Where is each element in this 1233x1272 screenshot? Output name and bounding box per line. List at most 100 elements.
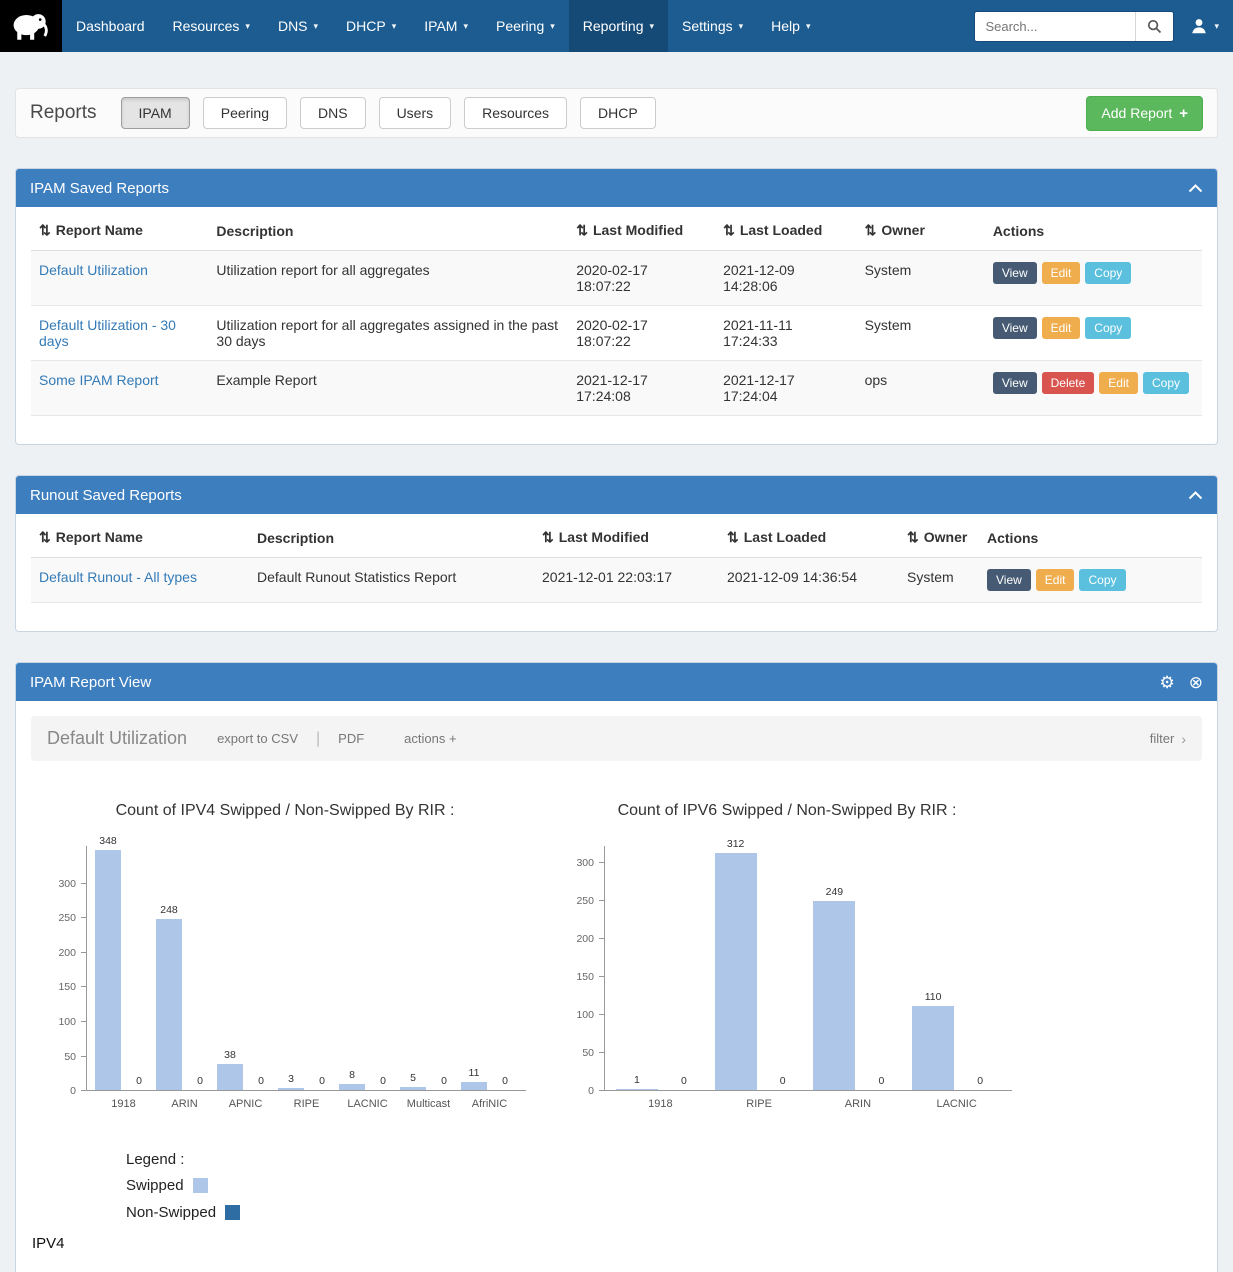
actions-menu-button[interactable]: actions + bbox=[404, 731, 456, 746]
export-csv-link[interactable]: export to CSV bbox=[217, 731, 298, 746]
view-button[interactable]: View bbox=[993, 372, 1037, 394]
navbar-right: ▾ bbox=[974, 0, 1233, 52]
nav-item-label: Resources bbox=[173, 18, 240, 34]
column-header-report-name[interactable]: ⇅Report Name bbox=[31, 518, 249, 558]
owner-cell: ops bbox=[857, 361, 985, 416]
report-name-link[interactable]: Default Runout - All types bbox=[39, 569, 197, 585]
column-header-last-modified[interactable]: ⇅Last Modified bbox=[534, 518, 719, 558]
copy-button[interactable]: Copy bbox=[1143, 372, 1189, 394]
category-label: 1918 bbox=[648, 1098, 672, 1110]
filter-toggle[interactable]: filter › bbox=[1150, 731, 1186, 747]
collapse-chevron-up-icon[interactable] bbox=[1188, 491, 1203, 500]
owner-cell: System bbox=[899, 558, 979, 603]
nav-item-dashboard[interactable]: Dashboard bbox=[62, 0, 159, 52]
tab-users[interactable]: Users bbox=[379, 97, 452, 129]
bar-group: 34801918 bbox=[95, 846, 152, 1090]
column-header-report-name[interactable]: ⇅Report Name bbox=[31, 211, 208, 251]
bar-swipped bbox=[813, 901, 855, 1090]
tab-peering[interactable]: Peering bbox=[203, 97, 287, 129]
nav-item-dns[interactable]: DNS▾ bbox=[264, 0, 332, 52]
copy-button[interactable]: Copy bbox=[1079, 569, 1125, 591]
category-label: 1918 bbox=[111, 1098, 135, 1110]
bar-swipped bbox=[156, 919, 182, 1090]
tab-dhcp[interactable]: DHCP bbox=[580, 97, 656, 129]
ipam-report-view-panel: IPAM Report View ⚙ ⊗ Default Utilization… bbox=[15, 662, 1218, 1272]
collapse-chevron-up-icon[interactable] bbox=[1188, 184, 1203, 193]
edit-button[interactable]: Edit bbox=[1036, 569, 1075, 591]
column-label: Description bbox=[257, 530, 334, 546]
column-header-last-loaded[interactable]: ⇅Last Loaded bbox=[715, 211, 857, 251]
bar-value-label: 0 bbox=[878, 1075, 884, 1087]
nav-item-label: DNS bbox=[278, 18, 308, 34]
app-logo[interactable] bbox=[0, 0, 62, 52]
view-button[interactable]: View bbox=[987, 569, 1031, 591]
nav-item-ipam[interactable]: IPAM▾ bbox=[410, 0, 482, 52]
caret-down-icon: ▾ bbox=[245, 21, 250, 32]
bar-group: 101918 bbox=[616, 846, 705, 1090]
pdf-link[interactable]: PDF bbox=[338, 731, 364, 746]
report-name-cell: Some IPAM Report bbox=[31, 361, 208, 416]
y-tick-label: 300 bbox=[58, 878, 76, 890]
page-title: Reports bbox=[30, 102, 97, 124]
edit-button[interactable]: Edit bbox=[1042, 317, 1081, 339]
view-button[interactable]: View bbox=[993, 262, 1037, 284]
search-input[interactable] bbox=[975, 12, 1135, 41]
table-row: Some IPAM ReportExample Report2021-12-17… bbox=[31, 361, 1202, 416]
y-axis: 050100150200250300 bbox=[44, 846, 86, 1091]
add-report-button[interactable]: Add Report + bbox=[1086, 96, 1203, 131]
nav-item-help[interactable]: Help▾ bbox=[757, 0, 824, 52]
bar-slot: 3 bbox=[278, 846, 304, 1090]
owner-cell: System bbox=[857, 306, 985, 361]
edit-button[interactable]: Edit bbox=[1042, 262, 1081, 284]
column-header-last-modified[interactable]: ⇅Last Modified bbox=[568, 211, 715, 251]
legend-swatch bbox=[225, 1205, 240, 1220]
bar-swipped bbox=[95, 850, 121, 1090]
plot-area: 1019183120RIPE2490ARIN1100LACNIC bbox=[604, 846, 1012, 1091]
search-button[interactable] bbox=[1135, 12, 1173, 41]
gear-icon[interactable]: ⚙ bbox=[1160, 674, 1175, 691]
report-name-link[interactable]: Default Utilization bbox=[39, 262, 148, 278]
delete-button[interactable]: Delete bbox=[1042, 372, 1095, 394]
column-header-description: Description bbox=[249, 518, 534, 558]
charts-area: Count of IPV4 Swipped / Non-Swipped By R… bbox=[16, 776, 1217, 1117]
y-tick-label: 150 bbox=[58, 981, 76, 993]
legend-label: Swipped bbox=[126, 1177, 184, 1194]
close-icon[interactable]: ⊗ bbox=[1189, 674, 1203, 691]
nav-item-peering[interactable]: Peering▾ bbox=[482, 0, 569, 52]
legend-label: Non-Swipped bbox=[126, 1204, 216, 1221]
category-label: ARIN bbox=[845, 1098, 871, 1110]
bar-group: 3120RIPE bbox=[715, 846, 804, 1090]
column-header-owner[interactable]: ⇅Owner bbox=[857, 211, 985, 251]
column-header-owner[interactable]: ⇅Owner bbox=[899, 518, 979, 558]
bar-slot: 248 bbox=[156, 846, 182, 1090]
tab-dns[interactable]: DNS bbox=[300, 97, 366, 129]
bar-value-label: 11 bbox=[469, 1067, 480, 1079]
y-tick-label: 50 bbox=[64, 1051, 76, 1063]
tab-ipam[interactable]: IPAM bbox=[121, 97, 190, 129]
bar-slot: 249 bbox=[813, 846, 855, 1090]
y-tick-label: 250 bbox=[576, 895, 594, 907]
nav-item-resources[interactable]: Resources ▾ bbox=[159, 0, 264, 52]
edit-button[interactable]: Edit bbox=[1099, 372, 1138, 394]
sort-icon: ⇅ bbox=[39, 529, 51, 545]
sort-icon: ⇅ bbox=[542, 529, 554, 545]
bar-group: 2480ARIN bbox=[156, 846, 213, 1090]
report-name-link[interactable]: Some IPAM Report bbox=[39, 372, 159, 388]
column-header-last-loaded[interactable]: ⇅Last Loaded bbox=[719, 518, 899, 558]
nav-item-reporting[interactable]: Reporting▾ bbox=[569, 0, 668, 52]
copy-button[interactable]: Copy bbox=[1085, 317, 1131, 339]
copy-button[interactable]: Copy bbox=[1085, 262, 1131, 284]
ipam-reports-table: ⇅Report NameDescription⇅Last Modified⇅La… bbox=[31, 211, 1202, 416]
view-button[interactable]: View bbox=[993, 317, 1037, 339]
nav-item-dhcp[interactable]: DHCP▾ bbox=[332, 0, 410, 52]
caret-down-icon: ▾ bbox=[463, 21, 468, 32]
bar-group: 2490ARIN bbox=[813, 846, 902, 1090]
tab-resources[interactable]: Resources bbox=[464, 97, 567, 129]
user-menu[interactable]: ▾ bbox=[1190, 17, 1219, 35]
runout-panel-header: Runout Saved Reports bbox=[16, 476, 1217, 514]
nav-item-settings[interactable]: Settings▾ bbox=[668, 0, 757, 52]
bar-value-label: 312 bbox=[727, 838, 745, 850]
sort-icon: ⇅ bbox=[39, 222, 51, 238]
nav-item-label: Dashboard bbox=[76, 18, 145, 34]
report-name-link[interactable]: Default Utilization - 30 days bbox=[39, 317, 176, 349]
